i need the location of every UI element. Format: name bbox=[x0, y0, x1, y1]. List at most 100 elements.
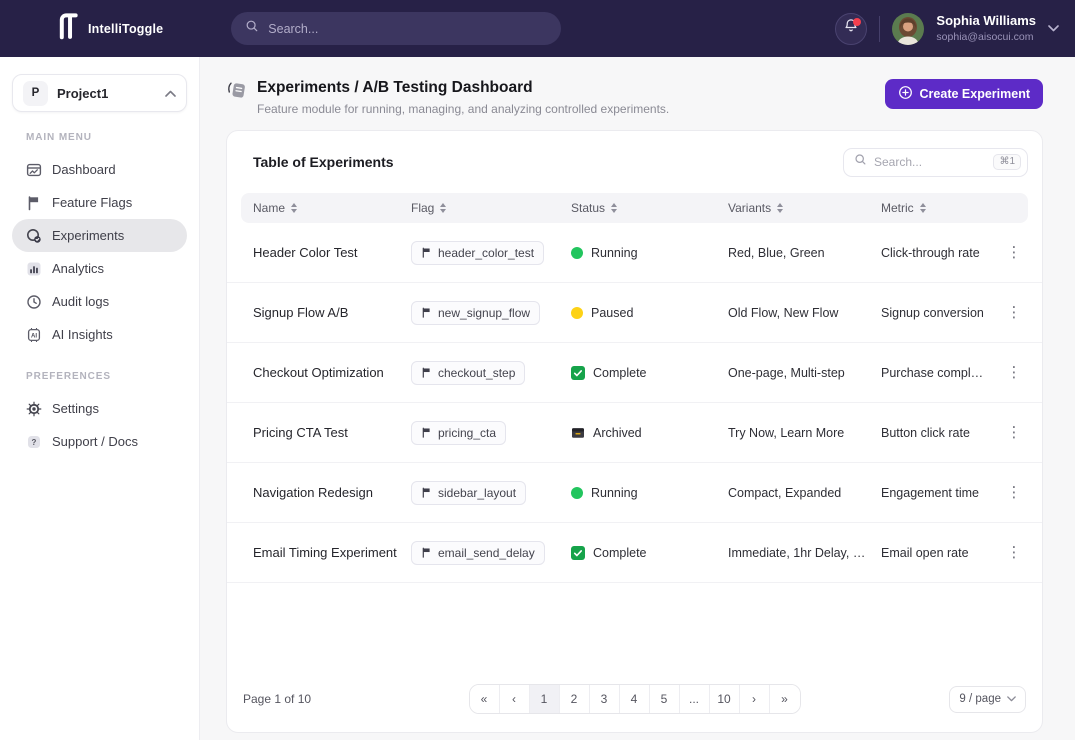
experiments-table-card: Table of Experiments ⌘1 Name Flag Status… bbox=[226, 130, 1043, 733]
sidebar-item-audit-logs[interactable]: Audit logs bbox=[12, 285, 187, 318]
column-header-name[interactable]: Name bbox=[253, 201, 411, 215]
column-header-status[interactable]: Status bbox=[571, 201, 728, 215]
flag-chip[interactable]: pricing_cta bbox=[411, 421, 506, 445]
column-header-variants[interactable]: Variants bbox=[728, 201, 881, 215]
flag-chip[interactable]: sidebar_layout bbox=[411, 481, 526, 505]
flag-icon bbox=[421, 487, 432, 498]
table-row: Email Timing Experimentemail_send_delay C… bbox=[227, 523, 1042, 583]
search-shortcut-badge: ⌘1 bbox=[993, 154, 1021, 170]
status-paused-icon bbox=[571, 307, 583, 319]
metric-cell: Click-through rate bbox=[881, 246, 1000, 260]
dashboard-icon bbox=[26, 162, 42, 178]
user-menu-chevron-down-icon[interactable] bbox=[1048, 25, 1059, 32]
experiment-name: Email Timing Experiment bbox=[253, 545, 411, 560]
create-experiment-button[interactable]: Create Experiment bbox=[885, 79, 1043, 109]
user-meta[interactable]: Sophia Williams sophia@aisocui.com bbox=[936, 14, 1036, 43]
notifications-button[interactable] bbox=[835, 13, 867, 45]
page-button-4[interactable]: 4 bbox=[620, 685, 650, 713]
project-switcher[interactable]: P Project1 bbox=[12, 74, 187, 112]
table-search[interactable]: ⌘1 bbox=[843, 148, 1028, 177]
status-cell: Archived bbox=[571, 426, 728, 440]
variants-cell: Immediate, 1hr Delay, 3hr... bbox=[728, 546, 881, 560]
status-complete-icon bbox=[571, 546, 585, 560]
page-summary: Page 1 of 10 bbox=[243, 692, 469, 706]
last-page-button[interactable]: » bbox=[770, 685, 800, 713]
sidebar-item-feature-flags[interactable]: Feature Flags bbox=[12, 186, 187, 219]
row-actions-kebab-icon[interactable]: ⋮ bbox=[1000, 485, 1028, 500]
sidebar-item-analytics[interactable]: Analytics bbox=[12, 252, 187, 285]
flag-chip[interactable]: checkout_step bbox=[411, 361, 525, 385]
table-row: Checkout Optimization checkout_step Comple… bbox=[227, 343, 1042, 403]
flag-chip[interactable]: header_color_test bbox=[411, 241, 544, 265]
user-avatar[interactable] bbox=[892, 13, 924, 45]
settings-icon bbox=[26, 401, 42, 417]
next-page-button[interactable]: › bbox=[740, 685, 770, 713]
variants-cell: Compact, Expanded bbox=[728, 486, 881, 500]
row-actions-kebab-icon[interactable]: ⋮ bbox=[1000, 365, 1028, 380]
notification-badge bbox=[853, 18, 861, 26]
sidebar-item-label: Dashboard bbox=[52, 162, 116, 177]
sort-icon bbox=[920, 203, 926, 213]
page-size-select[interactable]: 9 / page bbox=[949, 686, 1026, 713]
pagination-ellipsis: ... bbox=[680, 685, 710, 713]
table-footer: Page 1 of 10 «‹12345...10›» 9 / page bbox=[227, 670, 1042, 732]
pagination: «‹12345...10›» bbox=[469, 684, 801, 714]
create-experiment-label: Create Experiment bbox=[920, 87, 1030, 101]
sidebar-item-label: Audit logs bbox=[52, 294, 109, 309]
status-label: Complete bbox=[593, 546, 647, 560]
table-search-input[interactable] bbox=[874, 155, 986, 169]
status-complete-icon bbox=[571, 366, 585, 380]
status-label: Running bbox=[591, 246, 638, 260]
flag-icon bbox=[421, 247, 432, 258]
sidebar-item-support-docs[interactable]: ?Support / Docs bbox=[12, 425, 187, 458]
svg-text:AI: AI bbox=[31, 333, 37, 339]
metric-cell: Purchase completion bbox=[881, 366, 1000, 380]
section-label: PREFERENCES bbox=[12, 371, 187, 382]
status-cell: Complete bbox=[571, 546, 728, 560]
global-search[interactable] bbox=[231, 12, 561, 45]
user-email: sophia@aisocui.com bbox=[936, 31, 1036, 43]
variants-cell: Try Now, Learn More bbox=[728, 426, 881, 440]
prev-page-button[interactable]: ‹ bbox=[500, 685, 530, 713]
table-card-header: Table of Experiments ⌘1 bbox=[227, 131, 1042, 193]
flag-chip[interactable]: email_send_delay bbox=[411, 541, 545, 565]
page-subtitle: Feature module for running, managing, an… bbox=[257, 102, 669, 116]
flag-chip[interactable]: new_signup_flow bbox=[411, 301, 540, 325]
first-page-button[interactable]: « bbox=[470, 685, 500, 713]
row-actions-kebab-icon[interactable]: ⋮ bbox=[1000, 305, 1028, 320]
status-running-icon bbox=[571, 487, 583, 499]
flag-key: pricing_cta bbox=[438, 426, 496, 440]
column-header-metric[interactable]: Metric bbox=[881, 201, 1000, 215]
row-actions-kebab-icon[interactable]: ⋮ bbox=[1000, 245, 1028, 260]
sidebar-item-settings[interactable]: Settings bbox=[12, 392, 187, 425]
status-label: Complete bbox=[593, 366, 647, 380]
metric-cell: Button click rate bbox=[881, 426, 1000, 440]
experiment-name: Navigation Redesign bbox=[253, 485, 411, 500]
page-button-2[interactable]: 2 bbox=[560, 685, 590, 713]
row-actions-kebab-icon[interactable]: ⋮ bbox=[1000, 425, 1028, 440]
page-size-chevron-down-icon bbox=[1007, 696, 1016, 702]
page-button-1[interactable]: 1 bbox=[530, 685, 560, 713]
sidebar-item-label: Analytics bbox=[52, 261, 104, 276]
status-running-icon bbox=[571, 247, 583, 259]
experiment-name: Header Color Test bbox=[253, 245, 411, 260]
page-header: Experiments / A/B Testing Dashboard Feat… bbox=[226, 57, 1043, 116]
brand-name: IntelliToggle bbox=[88, 22, 163, 36]
page-button-3[interactable]: 3 bbox=[590, 685, 620, 713]
flag-icon bbox=[421, 367, 432, 378]
metric-cell: Engagement time bbox=[881, 486, 1000, 500]
topbar: IntelliToggle Sophia Williams sop bbox=[0, 0, 1075, 57]
global-search-input[interactable] bbox=[268, 22, 547, 36]
page-button-10[interactable]: 10 bbox=[710, 685, 740, 713]
row-actions-kebab-icon[interactable]: ⋮ bbox=[1000, 545, 1028, 560]
analytics-icon bbox=[26, 261, 42, 277]
sidebar-item-dashboard[interactable]: Dashboard bbox=[12, 153, 187, 186]
sidebar-item-experiments[interactable]: Experiments bbox=[12, 219, 187, 252]
column-header-flag[interactable]: Flag bbox=[411, 201, 571, 215]
flag-icon bbox=[421, 547, 432, 558]
flag-key: checkout_step bbox=[438, 366, 515, 380]
experiment-name: Checkout Optimization bbox=[253, 365, 411, 380]
metric-cell: Email open rate bbox=[881, 546, 1000, 560]
page-button-5[interactable]: 5 bbox=[650, 685, 680, 713]
sidebar-item-ai-insights[interactable]: AIAI Insights bbox=[12, 318, 187, 351]
